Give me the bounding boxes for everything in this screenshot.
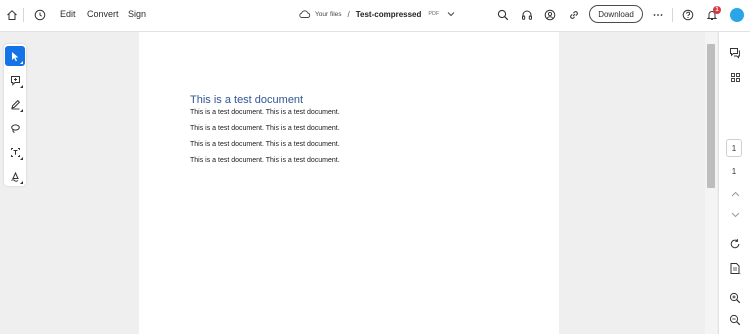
comments-panel-icon[interactable] bbox=[727, 45, 743, 61]
text-box-icon bbox=[10, 147, 21, 158]
lasso-tool-button[interactable] bbox=[5, 118, 25, 138]
breadcrumb: Your files / Test-compressed PDF bbox=[298, 9, 455, 19]
document-title: This is a test document bbox=[190, 94, 304, 106]
notification-badge: 1 bbox=[713, 6, 721, 14]
menu-convert[interactable]: Convert bbox=[87, 9, 119, 19]
chevron-down-icon[interactable] bbox=[447, 11, 455, 17]
select-tool-button[interactable] bbox=[5, 46, 25, 66]
rotate-icon[interactable] bbox=[727, 236, 743, 252]
page-display-icon[interactable] bbox=[727, 260, 743, 276]
comment-tool-button[interactable] bbox=[5, 70, 25, 90]
signature-pen-icon bbox=[10, 171, 21, 182]
pen-icon bbox=[10, 99, 21, 110]
document-line: This is a test document. This is a test … bbox=[190, 109, 340, 116]
breadcrumb-separator: / bbox=[347, 9, 350, 19]
sign-tool-button[interactable] bbox=[5, 166, 25, 186]
help-icon[interactable] bbox=[681, 8, 695, 22]
current-page-input[interactable]: 1 bbox=[726, 139, 742, 157]
share-people-icon[interactable] bbox=[543, 8, 557, 22]
cursor-icon bbox=[10, 51, 20, 62]
file-name: Test-compressed bbox=[355, 9, 422, 19]
left-toolbar bbox=[4, 44, 26, 186]
breadcrumb-your-files[interactable]: Your files bbox=[315, 11, 342, 18]
draw-tool-button[interactable] bbox=[5, 94, 25, 114]
search-icon[interactable] bbox=[496, 8, 510, 22]
menu-sign[interactable]: Sign bbox=[128, 9, 146, 19]
chevron-down-icon[interactable] bbox=[727, 207, 743, 223]
total-pages: 1 bbox=[731, 167, 737, 176]
divider bbox=[23, 8, 24, 22]
thumbnails-icon[interactable] bbox=[727, 69, 743, 85]
recent-icon[interactable] bbox=[33, 8, 47, 22]
zoom-out-icon[interactable] bbox=[727, 312, 743, 328]
text-select-tool-button[interactable] bbox=[5, 142, 25, 162]
file-type: PDF bbox=[428, 11, 440, 17]
more-options-icon[interactable] bbox=[651, 8, 665, 22]
document-page: This is a test document This is a test d… bbox=[139, 32, 559, 334]
download-button[interactable]: Download bbox=[589, 5, 643, 23]
read-aloud-icon[interactable] bbox=[520, 8, 534, 22]
document-line: This is a test document. This is a test … bbox=[190, 125, 340, 132]
lasso-icon bbox=[10, 123, 21, 134]
home-icon[interactable] bbox=[5, 8, 19, 22]
menu-edit[interactable]: Edit bbox=[60, 9, 76, 19]
document-line: This is a test document. This is a test … bbox=[190, 157, 340, 164]
cloud-icon bbox=[298, 9, 311, 19]
divider bbox=[672, 8, 673, 22]
comment-add-icon bbox=[10, 75, 21, 86]
zoom-in-icon[interactable] bbox=[727, 290, 743, 306]
link-icon[interactable] bbox=[567, 8, 581, 22]
avatar[interactable] bbox=[730, 8, 744, 22]
chevron-up-icon[interactable] bbox=[727, 186, 743, 202]
scrollbar-thumb[interactable] bbox=[707, 44, 715, 188]
top-bar: Edit Convert Sign Your files / Test-comp… bbox=[0, 0, 750, 32]
document-line: This is a test document. This is a test … bbox=[190, 141, 340, 148]
